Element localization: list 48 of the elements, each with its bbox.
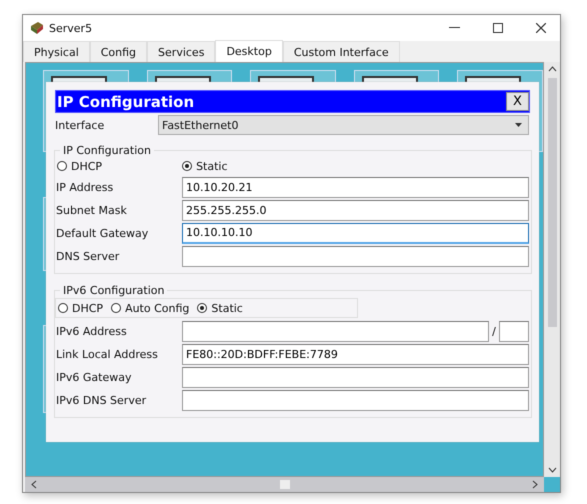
prefix-separator: /: [491, 324, 497, 338]
scroll-up-icon[interactable]: [548, 66, 556, 72]
input-field[interactable]: [182, 366, 529, 388]
input-field[interactable]: [182, 390, 529, 410]
window-title: Server5: [49, 22, 92, 34]
scroll-left-icon[interactable]: [31, 480, 37, 489]
scrollbar-corner: [544, 477, 560, 492]
prefix-field[interactable]: [499, 320, 529, 342]
field-label: IPv6 Gateway: [55, 370, 132, 384]
radio-option[interactable]: Static: [197, 302, 243, 314]
input-field[interactable]: 255.255.255.0: [182, 200, 529, 220]
group-title: IPv6 Configuration: [62, 284, 166, 297]
dropdown-arrow-icon: [515, 123, 522, 127]
scroll-thumb[interactable]: [280, 480, 290, 489]
tab[interactable]: Config: [90, 41, 148, 62]
field-label: DNS Server: [55, 250, 120, 262]
field-label: IPv6 DNS Server: [55, 394, 148, 406]
dialog-title: IP Configuration: [56, 92, 194, 110]
radio-option[interactable]: Auto Config: [111, 302, 190, 314]
field-label: IPv6 Address: [55, 324, 128, 338]
tab[interactable]: Custom Interface: [282, 41, 400, 62]
radio-option[interactable]: DHCP: [58, 302, 104, 314]
tab[interactable]: Services: [147, 41, 216, 62]
input-field[interactable]: 10.10.20.21: [182, 176, 529, 198]
field-label: Default Gateway: [55, 226, 150, 240]
input-field[interactable]: FE80::20D:BDFF:FEBE:7789: [182, 344, 529, 364]
input-field[interactable]: [182, 246, 529, 266]
maximize-icon[interactable]: [493, 23, 503, 33]
input-field[interactable]: [182, 320, 489, 342]
field-label: IP Address: [55, 180, 114, 194]
group-title: IP Configuration: [62, 144, 152, 157]
interface-dropdown[interactable]: FastEthernet0: [158, 115, 529, 135]
radio-option[interactable]: Static: [182, 160, 228, 172]
close-button[interactable]: X: [506, 92, 529, 111]
vertical-scrollbar[interactable]: [544, 62, 560, 477]
field-label: Link Local Address: [55, 348, 159, 360]
horizontal-scrollbar[interactable]: [25, 477, 544, 492]
scroll-right-icon[interactable]: [532, 480, 538, 489]
radio-option[interactable]: DHCP: [57, 160, 102, 172]
tab[interactable]: Physical: [23, 41, 90, 62]
server-icon: [29, 21, 45, 35]
scroll-thumb[interactable]: [548, 78, 556, 327]
input-field[interactable]: 10.10.10.10: [182, 222, 529, 244]
close-icon[interactable]: [536, 23, 546, 33]
minimize-icon[interactable]: [449, 27, 460, 29]
tab[interactable]: Desktop: [215, 40, 283, 62]
field-label: Subnet Mask: [55, 204, 128, 216]
scroll-down-icon[interactable]: [548, 467, 556, 473]
